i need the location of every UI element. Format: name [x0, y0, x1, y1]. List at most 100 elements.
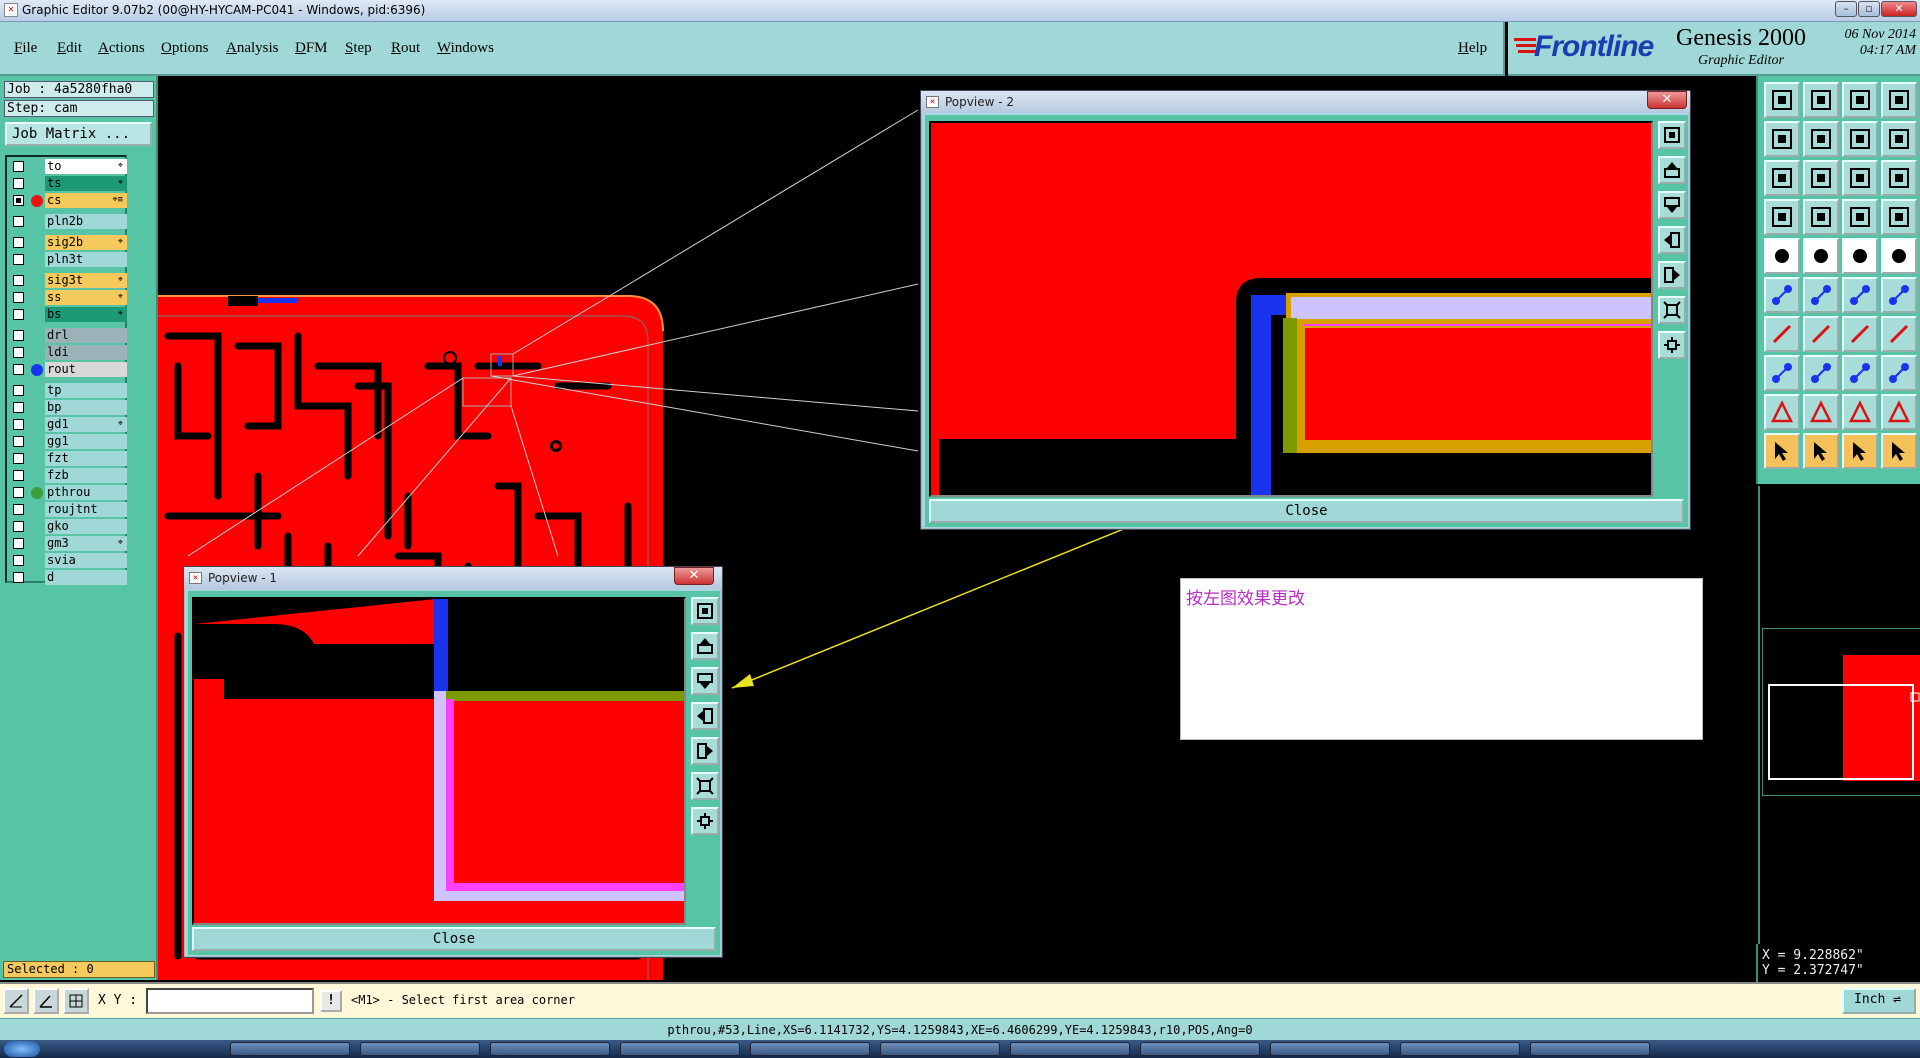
popview-1-titlebar[interactable]: ✕ Popview - 1 ✕	[184, 567, 722, 589]
start-button[interactable]	[4, 1041, 40, 1057]
layer-checkbox[interactable]	[13, 470, 24, 481]
tool-button-connect[interactable]	[1842, 277, 1878, 313]
overview-panel[interactable]	[1758, 486, 1920, 944]
job-matrix-button[interactable]: Job Matrix ...	[5, 122, 152, 146]
tool-button-select[interactable]	[1764, 433, 1800, 469]
popview-zoom-in-button[interactable]	[1658, 331, 1686, 359]
layer-checkbox[interactable]	[13, 178, 24, 189]
popview-1-close-x-button[interactable]: ✕	[674, 567, 714, 585]
layer-name[interactable]: pln2b	[45, 214, 127, 229]
layer-name[interactable]: pthrou	[45, 485, 127, 500]
taskbar-item[interactable]	[1270, 1042, 1390, 1056]
tool-button-select-highlight[interactable]	[1803, 433, 1839, 469]
tool-button-add-pad[interactable]	[1764, 238, 1800, 274]
layer-row-pln2b[interactable]: pln2b	[9, 214, 127, 229]
layer-name[interactable]: ldi	[45, 345, 127, 360]
layer-checkbox[interactable]	[13, 436, 24, 447]
layer-checkbox[interactable]	[13, 453, 24, 464]
tool-button-pan[interactable]	[1842, 121, 1878, 157]
popview-zoom-window-button[interactable]	[1658, 121, 1686, 149]
popview-pan-left-button[interactable]	[691, 702, 719, 730]
layer-name[interactable]: gm3	[45, 536, 127, 551]
tool-button-pad-edit[interactable]	[1764, 355, 1800, 391]
layer-name[interactable]: ss	[45, 290, 127, 305]
grid-mode-button[interactable]	[63, 988, 89, 1014]
menu-file[interactable]: File	[14, 40, 37, 57]
tool-button-grid[interactable]	[1803, 199, 1839, 235]
layer-name[interactable]: d	[45, 570, 127, 585]
popview-pan-up-button[interactable]	[1658, 156, 1686, 184]
unit-selector[interactable]: Inch ⇌	[1842, 988, 1916, 1014]
tool-button-layer-snap[interactable]	[1881, 199, 1917, 235]
menu-dfm[interactable]: DFM	[295, 40, 328, 57]
taskbar-item[interactable]	[1140, 1042, 1260, 1056]
layer-checkbox[interactable]	[13, 419, 24, 430]
tool-button-previous[interactable]	[1764, 121, 1800, 157]
layer-row-gd1[interactable]: gd1 ⌖	[9, 417, 127, 432]
popview-2-close-x-button[interactable]: ✕	[1647, 91, 1687, 109]
layer-name[interactable]: pln3t	[45, 252, 127, 267]
taskbar-item[interactable]	[1010, 1042, 1130, 1056]
layer-row-ts[interactable]: ts ⌖	[9, 176, 127, 191]
tool-button-circle[interactable]	[1881, 238, 1917, 274]
layer-row-bs[interactable]: bs ⌖	[9, 307, 127, 322]
popview-pan-right-button[interactable]	[691, 737, 719, 765]
layer-checkbox[interactable]	[13, 572, 24, 583]
layer-row-cs[interactable]: cs ⌖≡	[9, 193, 127, 208]
tool-button-home[interactable]	[1842, 82, 1878, 118]
layer-row-roujtnt[interactable]: roujtnt	[9, 502, 127, 517]
layer-row-ldi[interactable]: ldi	[9, 345, 127, 360]
layer-name[interactable]: fzb	[45, 468, 127, 483]
popview-2-close-button[interactable]: Close	[929, 499, 1684, 523]
tool-button-zoom-window[interactable]	[1881, 82, 1917, 118]
layer-name[interactable]: to	[45, 159, 127, 174]
layer-checkbox[interactable]	[13, 161, 24, 172]
layer-name[interactable]: ts	[45, 176, 127, 191]
layer-checkbox[interactable]	[13, 504, 24, 515]
layer-row-fzt[interactable]: fzt	[9, 451, 127, 466]
layer-row-to[interactable]: to ⌖	[9, 159, 127, 174]
popview-pan-right-button[interactable]	[1658, 261, 1686, 289]
window-close-button[interactable]: ✕	[1881, 1, 1917, 17]
popview-pan-down-button[interactable]	[691, 667, 719, 695]
menu-rout[interactable]: Rout	[391, 40, 420, 57]
layer-row-pln3t[interactable]: pln3t	[9, 252, 127, 267]
layer-checkbox[interactable]	[13, 237, 24, 248]
menu-options[interactable]: Options	[161, 40, 209, 57]
layer-row-d[interactable]: d	[9, 570, 127, 585]
menu-windows[interactable]: Windows	[437, 40, 494, 57]
tool-button-slope[interactable]	[1803, 316, 1839, 352]
layer-name[interactable]: drl	[45, 328, 127, 343]
popview-zoom-in-button[interactable]	[691, 807, 719, 835]
layer-row-gko[interactable]: gko	[9, 519, 127, 534]
taskbar-item[interactable]	[750, 1042, 870, 1056]
layer-checkbox[interactable]	[13, 385, 24, 396]
popview-pan-left-button[interactable]	[1658, 226, 1686, 254]
layer-row-rout[interactable]: rout	[9, 362, 127, 377]
tool-button-zoom-all[interactable]	[1803, 160, 1839, 196]
layer-name[interactable]: fzt	[45, 451, 127, 466]
tool-button-move[interactable]	[1803, 277, 1839, 313]
popview-1-close-button[interactable]: Close	[192, 927, 716, 951]
layer-checkbox[interactable]	[13, 195, 24, 206]
layer-row-gg1[interactable]: gg1	[9, 434, 127, 449]
layer-checkbox[interactable]	[13, 555, 24, 566]
tool-button-fit[interactable]	[1764, 160, 1800, 196]
tool-button-arc[interactable]	[1842, 316, 1878, 352]
snap-mode-button[interactable]	[3, 988, 29, 1014]
menu-analysis[interactable]: Analysis	[226, 40, 279, 57]
layer-row-sig3t[interactable]: sig3t ⌖	[9, 273, 127, 288]
layer-row-drl[interactable]: drl	[9, 328, 127, 343]
tool-button-triangle-c[interactable]	[1881, 394, 1917, 430]
layer-row-ss[interactable]: ss ⌖	[9, 290, 127, 305]
popview-zoom-out-button[interactable]	[1658, 296, 1686, 324]
layer-name[interactable]: sig3t	[45, 273, 127, 288]
tool-button-trace[interactable]	[1803, 355, 1839, 391]
tool-button-draw-line[interactable]	[1764, 316, 1800, 352]
popview-pan-up-button[interactable]	[691, 632, 719, 660]
layer-checkbox[interactable]	[13, 538, 24, 549]
layer-checkbox[interactable]	[13, 347, 24, 358]
layer-row-pthrou[interactable]: pthrou	[9, 485, 127, 500]
minimize-button[interactable]: –	[1835, 1, 1857, 17]
taskbar-item[interactable]	[1400, 1042, 1520, 1056]
